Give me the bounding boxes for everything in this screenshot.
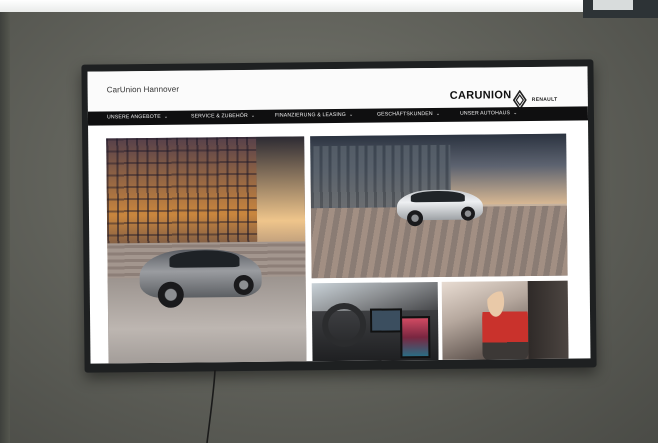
site-header: CarUnion Hannover CARUNION RENAULT	[87, 66, 588, 112]
chevron-down-icon: ⌄	[250, 112, 256, 119]
nav-label: GESCHÄFTSKUNDEN	[376, 111, 433, 118]
photo-car-interior[interactable]	[311, 281, 439, 362]
car-wheel	[460, 206, 476, 221]
partner-logo-text: RENAULT	[531, 96, 558, 103]
tv-screen: CarUnion Hannover CARUNION RENAULT UNSER…	[87, 66, 591, 364]
nav-label: SERVICE & ZUBEHÖR	[190, 112, 248, 120]
car-wheel	[157, 281, 184, 308]
chevron-down-icon: ⌄	[348, 111, 354, 118]
tv-monitor: CarUnion Hannover CARUNION RENAULT UNSER…	[81, 59, 597, 373]
photo-woman-car-door[interactable]	[441, 280, 569, 360]
chevron-down-icon: ⌄	[435, 110, 441, 117]
chevron-down-icon: ⌄	[513, 110, 518, 117]
steering-wheel	[321, 302, 367, 348]
ceiling-edge	[0, 0, 658, 12]
car-wheel	[233, 274, 254, 296]
nav-item-geschaeftskunden[interactable]: GESCHÄFTSKUNDEN ⌄	[377, 111, 440, 118]
nav-label: UNSER AUTOHAUS	[459, 110, 511, 117]
building-facade	[106, 136, 258, 249]
car-wheel	[406, 210, 424, 227]
nav-item-autohaus[interactable]: UNSER AUTOHAUS ⌄	[460, 110, 518, 117]
nav-item-service[interactable]: SERVICE & ZUBEHÖR ⌄	[191, 113, 255, 120]
driver-display	[369, 308, 403, 333]
nav-label: FINANZIERUNG & LEASING	[274, 111, 347, 119]
car-window	[410, 190, 465, 203]
wall-edge	[0, 12, 10, 443]
car-window	[169, 250, 240, 268]
nav-item-angebote[interactable]: UNSERE ANGEBOTE ⌄	[107, 114, 168, 121]
photo-white-car-road[interactable]	[310, 133, 568, 279]
hero-photo-car-building[interactable]	[106, 136, 307, 364]
brand-logo[interactable]: CARUNION	[450, 89, 512, 102]
sunset-glow	[256, 136, 306, 257]
chevron-down-icon: ⌄	[163, 113, 169, 120]
site-name[interactable]: CarUnion Hannover	[107, 85, 179, 95]
nav-label: UNSERE ANGEBOTE	[106, 113, 161, 121]
infotainment-screen	[400, 316, 431, 359]
picture-frame-corner	[583, 0, 658, 18]
car-door	[527, 280, 569, 360]
power-cable	[206, 370, 216, 443]
woman-figure	[481, 291, 529, 360]
nav-item-finanzierung[interactable]: FINANZIERUNG & LEASING ⌄	[275, 112, 353, 119]
